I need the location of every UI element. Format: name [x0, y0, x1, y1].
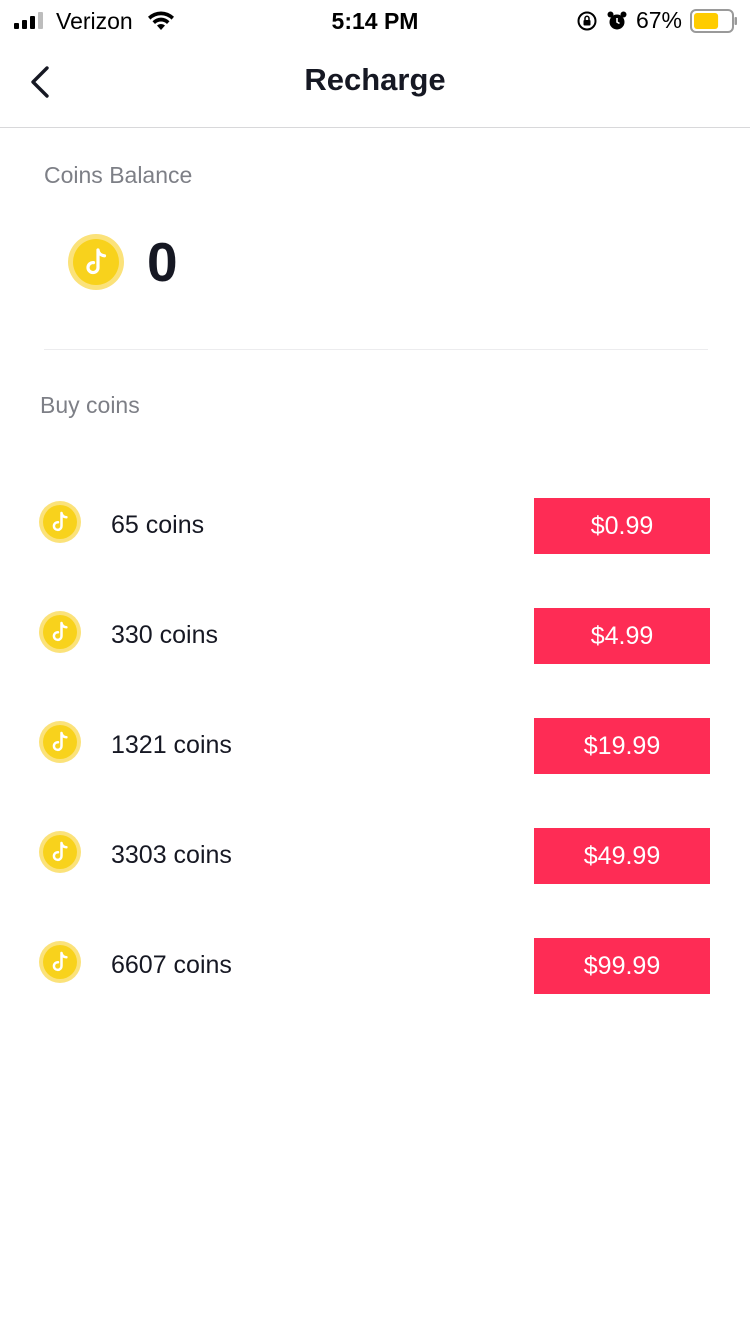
page-title: Recharge	[304, 62, 446, 97]
coin-icon	[39, 831, 81, 873]
coin-package-row: 3303 coins $49.99	[0, 828, 750, 884]
buy-coins-label: Buy coins	[40, 392, 140, 418]
price-button[interactable]: $49.99	[534, 828, 710, 884]
coin-package-row: 1321 coins $19.99	[0, 718, 750, 774]
coin-package-amount: 330 coins	[111, 621, 219, 649]
coin-package-row: 6607 coins $99.99	[0, 938, 750, 994]
coin-icon	[39, 721, 81, 763]
status-bar: Verizon 5:14 PM 67%	[0, 0, 750, 40]
coin-icon	[39, 941, 81, 983]
battery-icon	[690, 8, 737, 33]
nav-header: Recharge	[0, 40, 750, 128]
divider	[44, 349, 708, 350]
coin-package-amount: 1321 coins	[111, 731, 232, 759]
coin-package-row: 330 coins $4.99	[0, 608, 750, 664]
price-button[interactable]: $99.99	[534, 938, 710, 994]
price-button[interactable]: $19.99	[534, 718, 710, 774]
coin-icon	[68, 234, 124, 290]
alarm-icon	[607, 11, 627, 29]
coin-icon	[39, 501, 81, 543]
coins-balance-value: 0	[147, 231, 178, 293]
coin-package-amount: 65 coins	[111, 511, 205, 539]
coin-icon	[39, 611, 81, 653]
rotation-lock-icon	[577, 11, 597, 30]
price-button[interactable]: $0.99	[534, 498, 710, 554]
coins-balance-label: Coins Balance	[44, 162, 193, 188]
price-button[interactable]: $4.99	[534, 608, 710, 664]
coin-package-row: 65 coins $0.99	[0, 498, 750, 554]
coin-package-amount: 3303 coins	[111, 841, 232, 869]
coin-package-amount: 6607 coins	[111, 951, 232, 979]
battery-percent: 67%	[635, 7, 682, 33]
